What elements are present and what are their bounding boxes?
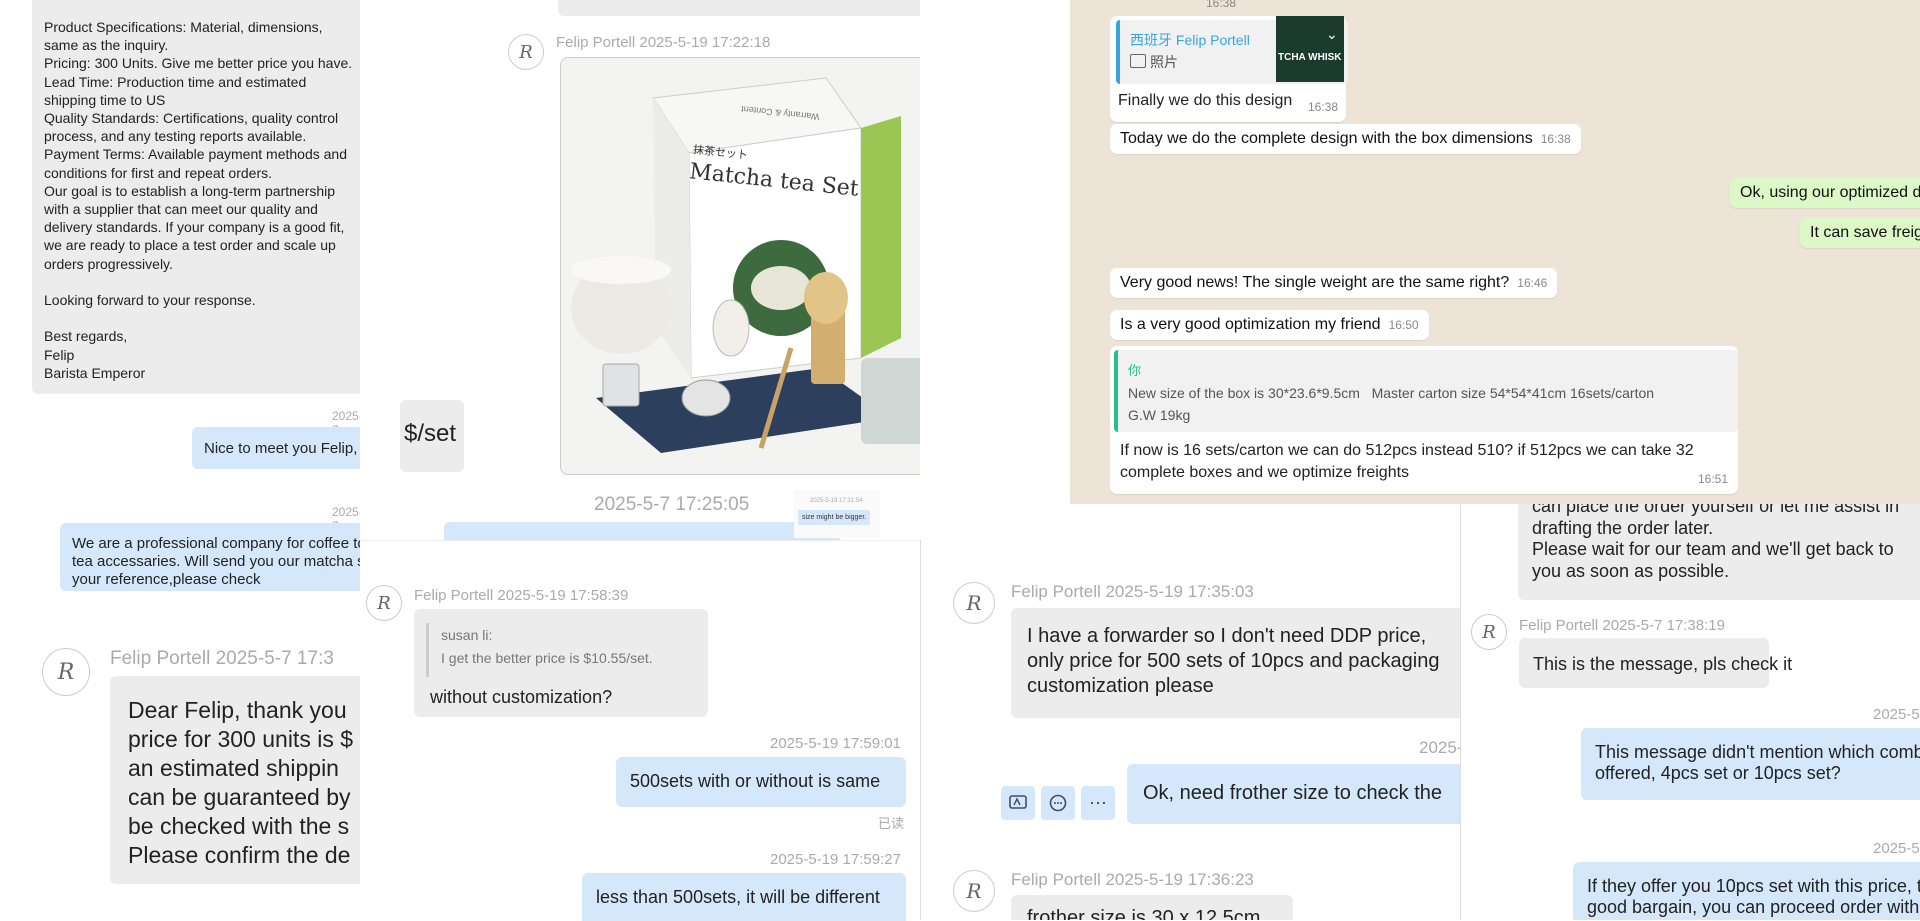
- message-bubble-outgoing[interactable]: This message didn't mention which comb o…: [1581, 728, 1920, 800]
- message-bubble-outgoing[interactable]: Ok, need frother size to check the: [1127, 764, 1461, 824]
- message-sender-header: Felip Portell 2025-5-19 17:58:39: [414, 587, 629, 604]
- message-text: Finally we do this design: [1118, 92, 1293, 109]
- message-bubble-outgoing[interactable]: 500sets with or without is same: [616, 757, 906, 807]
- quote-author: 你: [1128, 363, 1142, 378]
- message-text: Ok, need frother size to check the: [1143, 782, 1443, 804]
- message-text: 500sets with or without is same: [630, 771, 881, 791]
- message-time: 16:38: [1308, 100, 1339, 114]
- chat-panel-middle: R Felip Portell 2025-5-19 17:58:39 susan…: [360, 540, 920, 921]
- timestamp: 2025-: [1419, 738, 1461, 757]
- message-text: Very good news! The single weight are th…: [1120, 274, 1510, 291]
- message-bubble-incoming[interactable]: susan li: I get the better price is $10.…: [414, 609, 708, 717]
- message-sender-header: Felip Portell 2025-5-7 17:38:19: [1519, 617, 1725, 634]
- message-bubble-outgoing[interactable]: Ok, using our optimized d: [1730, 178, 1920, 208]
- timestamp: 2025-5: [1873, 706, 1920, 723]
- timestamp: 2025-5-7 17:25:05: [594, 494, 750, 515]
- message-bubble-incoming[interactable]: [558, 0, 920, 16]
- message-action-bar: ⋯: [1001, 786, 1115, 820]
- message-bubble-outgoing[interactable]: [444, 522, 840, 540]
- more-icon[interactable]: ⋯: [1081, 786, 1115, 820]
- chat-panel-product: $/set R Felip Portell 2025-5-19 17:22:18…: [360, 0, 920, 540]
- quote-text: New size of the box is 30*23.6*9.5cm Mas…: [1128, 385, 1655, 423]
- message-text: less than 500sets, it will be different: [596, 887, 880, 907]
- message-bubble-outgoing[interactable]: If they offer you 10pcs set with this pr…: [1573, 862, 1920, 920]
- quote-type: 照片: [1150, 54, 1178, 70]
- avatar[interactable]: R: [508, 34, 544, 70]
- timestamp: 2025-5-19 17:59:01: [770, 735, 901, 752]
- chat-panel-left: Product Specifications: Material, dimens…: [0, 0, 360, 920]
- product-image[interactable]: Matcha tea Set 抹茶セット Warranty & Content: [560, 57, 920, 475]
- message-text: It can save freig: [1810, 224, 1920, 241]
- quote-text: I get the better price is $10.55/set.: [441, 650, 653, 666]
- message-sender-header: Felip Portell 2025-5-19 17:35:03: [1011, 582, 1254, 601]
- timestamp: 2025-5: [1873, 840, 1920, 857]
- message-text: Nice to meet you Felip, I am loki: [204, 440, 360, 457]
- message-bubble-incoming[interactable]: I have a forwarder so I don't need DDP p…: [1011, 608, 1461, 718]
- message-text: frother size is 30 x 12.5cm: [1027, 907, 1261, 920]
- quote-author: 西班牙 Felip Portell: [1130, 32, 1250, 48]
- message-bubble-incoming[interactable]: Is a very good optimization my friend 16:…: [1110, 310, 1429, 340]
- quoted-message: susan li: I get the better price is $10.…: [426, 623, 653, 677]
- message-bubble-incoming[interactable]: Very good news! The single weight are th…: [1110, 268, 1558, 298]
- message-bubble-incoming[interactable]: frother size is 30 x 12.5cm: [1011, 895, 1293, 920]
- avatar[interactable]: R: [953, 582, 995, 624]
- message-sender-header: Felip Portell 2025-5-19 17:22:18: [556, 34, 771, 51]
- reply-image-message[interactable]: 西班牙 Felip Portell 照片 TCHA WHISK ⌄ Finall…: [1110, 16, 1348, 122]
- translate-icon[interactable]: [1001, 786, 1035, 820]
- message-bubble-incoming[interactable]: Today we do the complete design with the…: [1110, 124, 1581, 154]
- message-time: 16:50: [1388, 318, 1419, 332]
- price-snippet: $/set: [400, 400, 464, 472]
- avatar[interactable]: R: [42, 648, 90, 696]
- message-text: If now is 16 sets/carton we can do 512pc…: [1120, 442, 1694, 481]
- message-bubble-outgoing[interactable]: less than 500sets, it will be different: [582, 873, 906, 921]
- thumb-text: TCHA WHISK: [1278, 52, 1342, 63]
- message-text: without customization?: [430, 687, 613, 707]
- chat-panel-center-right: R Felip Portell 2025-5-19 17:35:03 I hav…: [920, 540, 1461, 920]
- message-time: 16:46: [1517, 276, 1548, 290]
- message-time: 16:51: [1698, 472, 1729, 486]
- message-text: Is a very good optimization my friend: [1120, 316, 1381, 333]
- avatar[interactable]: R: [953, 870, 995, 912]
- message-bubble-outgoing[interactable]: Nice to meet you Felip, I am loki: [192, 427, 360, 469]
- reply-message[interactable]: 你 New size of the box is 30*23.6*9.5cm M…: [1110, 346, 1738, 494]
- timestamp: 16:38: [1206, 0, 1237, 10]
- reply-icon[interactable]: [1041, 786, 1075, 820]
- avatar[interactable]: R: [1471, 614, 1507, 650]
- mini-screenshot[interactable]: 2025-5-19 17:31:54 size might be bigger.: [794, 490, 880, 538]
- mini-text: size might be bigger.: [798, 510, 871, 525]
- message-text: Ok, using our optimized d: [1740, 184, 1920, 201]
- read-status: 已读: [878, 816, 905, 831]
- whatsapp-panel: 16:38 西班牙 Felip Portell 照片 TCHA WHISK ⌄ …: [1070, 0, 1920, 504]
- message-time: 16:38: [1540, 132, 1571, 146]
- matcha-set-photo: [571, 77, 920, 453]
- message-sender-header: Felip Portell 2025-5-7 17:3: [110, 648, 334, 669]
- message-text: Today we do the complete design with the…: [1120, 130, 1533, 147]
- message-bubble-incoming[interactable]: Dear Felip, thank you price for 300 unit…: [110, 676, 360, 884]
- timestamp: 2025-5-19 17:59:27: [770, 851, 901, 868]
- message-text: This is the message, pls check it: [1533, 654, 1793, 674]
- photo-icon: [1130, 54, 1146, 68]
- quoted-photo: 西班牙 Felip Portell 照片 TCHA WHISK ⌄: [1116, 16, 1348, 84]
- price-text: $/set: [404, 420, 457, 447]
- avatar[interactable]: R: [366, 585, 402, 621]
- message-bubble-outgoing[interactable]: We are a professional company for coffee…: [60, 523, 360, 591]
- quote-author: susan li:: [441, 627, 493, 643]
- quoted-message: 你 New size of the box is 30*23.6*9.5cm M…: [1114, 350, 1738, 432]
- message-sender-header: Felip Portell 2025-5-19 17:36:23: [1011, 870, 1254, 889]
- message-bubble-outgoing[interactable]: It can save freig: [1800, 218, 1920, 248]
- chevron-down-icon[interactable]: ⌄: [1326, 26, 1338, 43]
- email-message: Product Specifications: Material, dimens…: [32, 0, 360, 394]
- message-bubble-incoming[interactable]: This is the message, pls check it: [1519, 638, 1792, 688]
- mini-timestamp: 2025-5-19 17:31:54: [810, 498, 863, 504]
